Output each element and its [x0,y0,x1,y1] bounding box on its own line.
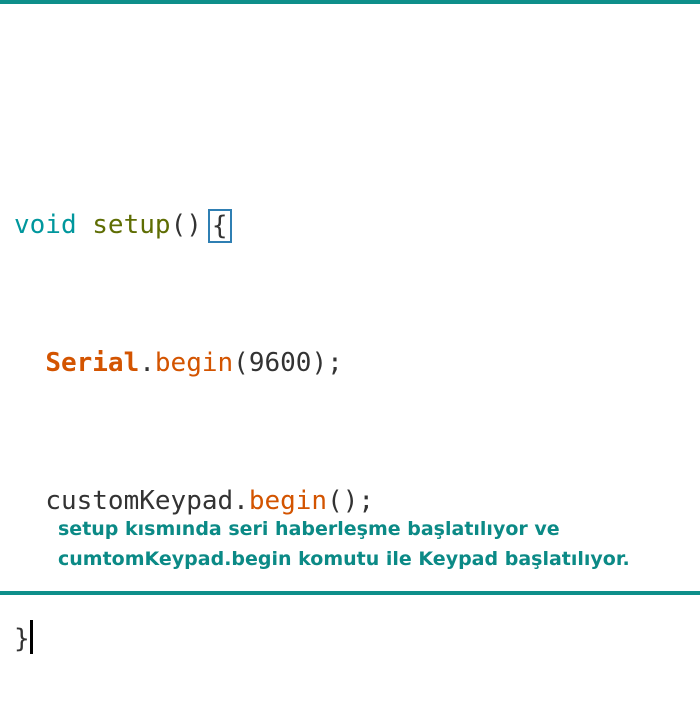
custom-keypad-object: customKeypad [45,486,234,516]
function-setup: setup [92,210,171,240]
begin-method: begin [154,348,234,378]
text-cursor [30,620,33,654]
code-editor[interactable]: void setup(){ Serial.begin(9600); custom… [14,110,374,708]
closing-brace-wrap: } [14,616,33,662]
keyword-void: void [14,210,77,240]
dot: . [233,486,249,516]
begin-method: begin [248,486,328,516]
caption-line-2: cumtomKeypad.begin komutu ile Keypad baş… [58,548,630,570]
matched-brace-open: { [207,208,232,243]
caption: setup kısmında seri haberleşme başlatılı… [58,514,688,574]
code-line-1: void setup(){ [14,202,374,248]
bottom-divider [0,591,700,595]
serial-args: (9600); [233,348,343,378]
parens: () [170,210,202,240]
serial-class: Serial [45,348,140,378]
code-line-4: } [14,616,374,662]
top-divider [0,0,700,4]
caption-line-1: setup kısmında seri haberleşme başlatılı… [58,518,560,540]
dot: . [139,348,155,378]
closing-brace: } [14,624,30,654]
code-line-2: Serial.begin(9600); [14,340,374,386]
keypad-args: (); [327,486,375,516]
